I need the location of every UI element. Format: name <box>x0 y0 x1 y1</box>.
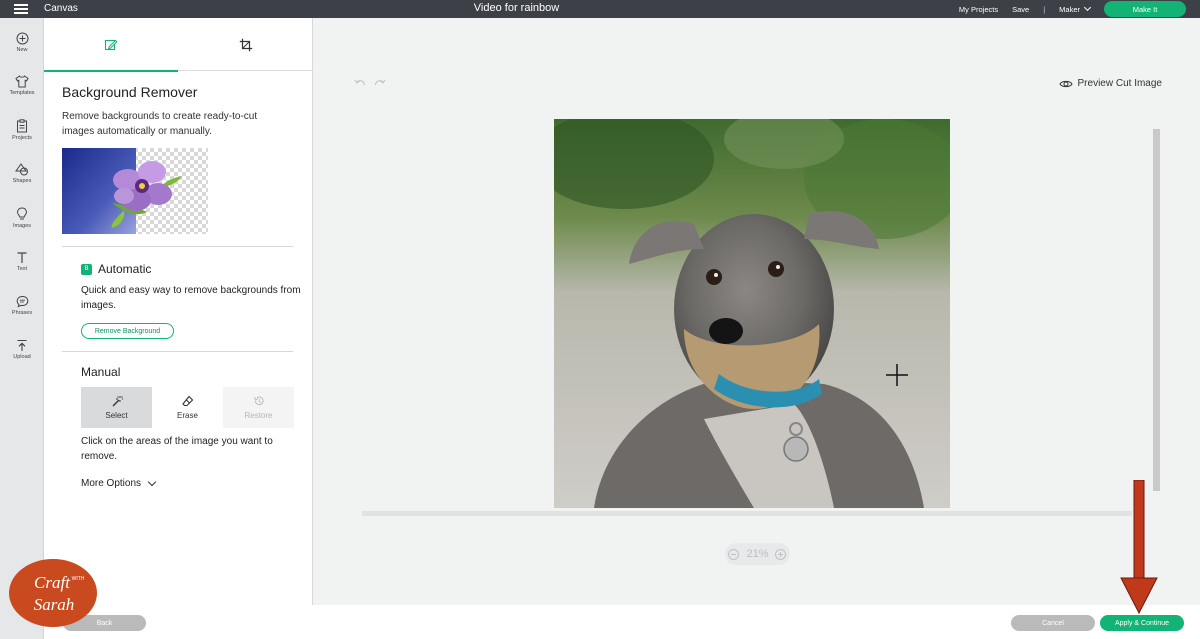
scrollbar-thumb[interactable] <box>1153 129 1160 491</box>
cancel-button[interactable]: Cancel <box>1011 615 1095 631</box>
apply-continue-button[interactable]: Apply & Continue <box>1100 615 1184 631</box>
top-bar: Canvas Video for rainbow My Projects Sav… <box>0 0 1200 18</box>
sidebar-item-label: Upload <box>13 354 31 360</box>
sidebar-item-label: Images <box>12 223 32 229</box>
sample-flower-image <box>62 148 208 234</box>
separator: | <box>1043 4 1046 14</box>
tab-edit[interactable] <box>44 18 178 72</box>
more-options-toggle[interactable]: More Options <box>81 477 157 489</box>
redo-icon[interactable] <box>374 78 386 88</box>
svg-text:Sarah: Sarah <box>34 595 75 614</box>
sidebar-item-templates[interactable]: Templates <box>0 75 44 96</box>
sidebar-item-images[interactable]: Images <box>0 207 44 229</box>
automatic-badge-icon: B <box>81 263 92 275</box>
edit-image-icon <box>104 39 118 50</box>
uploaded-dog-photo[interactable] <box>554 119 950 508</box>
automatic-title: Automatic <box>98 262 152 276</box>
undo-icon[interactable] <box>354 78 366 88</box>
sidebar-item-phrases[interactable]: Phrases <box>0 295 44 316</box>
my-projects-link[interactable]: My Projects <box>959 5 998 14</box>
top-right-actions: My Projects Save | Maker Make It <box>959 0 1200 18</box>
svg-text:Craft: Craft <box>34 573 71 592</box>
panel-tabs <box>44 18 313 72</box>
restore-icon <box>253 396 264 406</box>
zoom-level: 21% <box>746 548 769 560</box>
svg-text:WITH: WITH <box>72 576 85 582</box>
manual-tools: Select Erase Restore <box>81 387 294 428</box>
manual-title: Manual <box>81 365 121 379</box>
chevron-down-icon <box>147 477 157 486</box>
horizontal-scrollbar[interactable] <box>354 508 1164 519</box>
more-options-label: More Options <box>81 478 142 489</box>
annotation-arrow <box>1120 480 1158 615</box>
automatic-description: Quick and easy way to remove backgrounds… <box>81 285 301 311</box>
machine-select[interactable]: Maker <box>1059 3 1092 14</box>
bulb-icon <box>16 207 28 220</box>
left-toolbar: New Templates Projects Shapes Images Tex… <box>0 18 44 639</box>
select-tool-button[interactable]: Select <box>81 387 152 428</box>
magic-wand-icon <box>112 396 123 407</box>
chevron-down-icon <box>1083 3 1092 12</box>
background-remover-panel: Background Remover Remove backgrounds to… <box>44 18 313 605</box>
sidebar-item-shapes[interactable]: Shapes <box>0 163 44 184</box>
undo-redo <box>354 78 386 88</box>
zoom-out-icon[interactable] <box>728 548 740 560</box>
document-title: Video for rainbow <box>473 2 560 14</box>
eye-icon <box>1058 80 1073 87</box>
clipboard-icon <box>17 119 27 133</box>
shapes-icon <box>15 163 28 176</box>
sidebar-item-label: Shapes <box>12 178 32 184</box>
restore-tool-label: Restore <box>244 411 273 420</box>
panel-description: Remove backgrounds to create ready-to-cu… <box>62 111 258 137</box>
plus-circle-icon <box>16 32 28 45</box>
shirt-icon <box>15 75 29 88</box>
zoom-control: 21% <box>725 543 790 565</box>
machine-label: Maker <box>1059 4 1080 14</box>
bottom-action-bar: Back Cancel Apply & Continue <box>44 605 1200 639</box>
sidebar-item-label: Text <box>16 266 28 272</box>
sidebar-item-label: New <box>16 47 28 53</box>
craft-with-sarah-logo: Craft WITH Sarah <box>9 559 97 627</box>
sidebar-item-upload[interactable]: Upload <box>0 339 44 360</box>
tab-crop[interactable] <box>179 18 313 71</box>
erase-tool-label: Erase <box>177 411 198 420</box>
sidebar-item-label: Projects <box>12 135 32 141</box>
sidebar-item-new[interactable]: New <box>0 32 44 53</box>
preview-cut-image-toggle[interactable]: Preview Cut Image <box>1058 78 1162 89</box>
panel-title: Background Remover <box>62 84 198 100</box>
speech-bubble-icon <box>16 295 28 308</box>
automatic-section-header: B Automatic <box>81 262 151 276</box>
save-link[interactable]: Save <box>1012 5 1029 14</box>
select-tool-label: Select <box>105 411 128 420</box>
text-icon <box>17 252 27 263</box>
sidebar-item-label: Templates <box>9 90 35 96</box>
crop-icon <box>239 38 253 51</box>
upload-icon <box>17 339 27 351</box>
sidebar-item-projects[interactable]: Projects <box>0 119 44 141</box>
sidebar-item-text[interactable]: Text <box>0 251 44 272</box>
scrollbar-thumb[interactable] <box>362 511 1132 516</box>
eraser-icon <box>181 395 193 407</box>
canvas-area: Preview Cut Image 21% <box>314 18 1200 605</box>
make-it-button[interactable]: Make It <box>1104 1 1186 17</box>
divider <box>62 246 293 247</box>
divider <box>62 351 293 352</box>
preview-label: Preview Cut Image <box>1077 78 1162 89</box>
manual-description: Click on the areas of the image you want… <box>81 436 273 462</box>
zoom-in-icon[interactable] <box>775 548 787 560</box>
erase-tool-button[interactable]: Erase <box>152 387 223 428</box>
vertical-scrollbar[interactable] <box>1152 123 1161 505</box>
remove-background-button[interactable]: Remove Background <box>81 323 174 339</box>
sidebar-item-label: Phrases <box>11 310 33 316</box>
restore-tool-button[interactable]: Restore <box>223 387 294 428</box>
